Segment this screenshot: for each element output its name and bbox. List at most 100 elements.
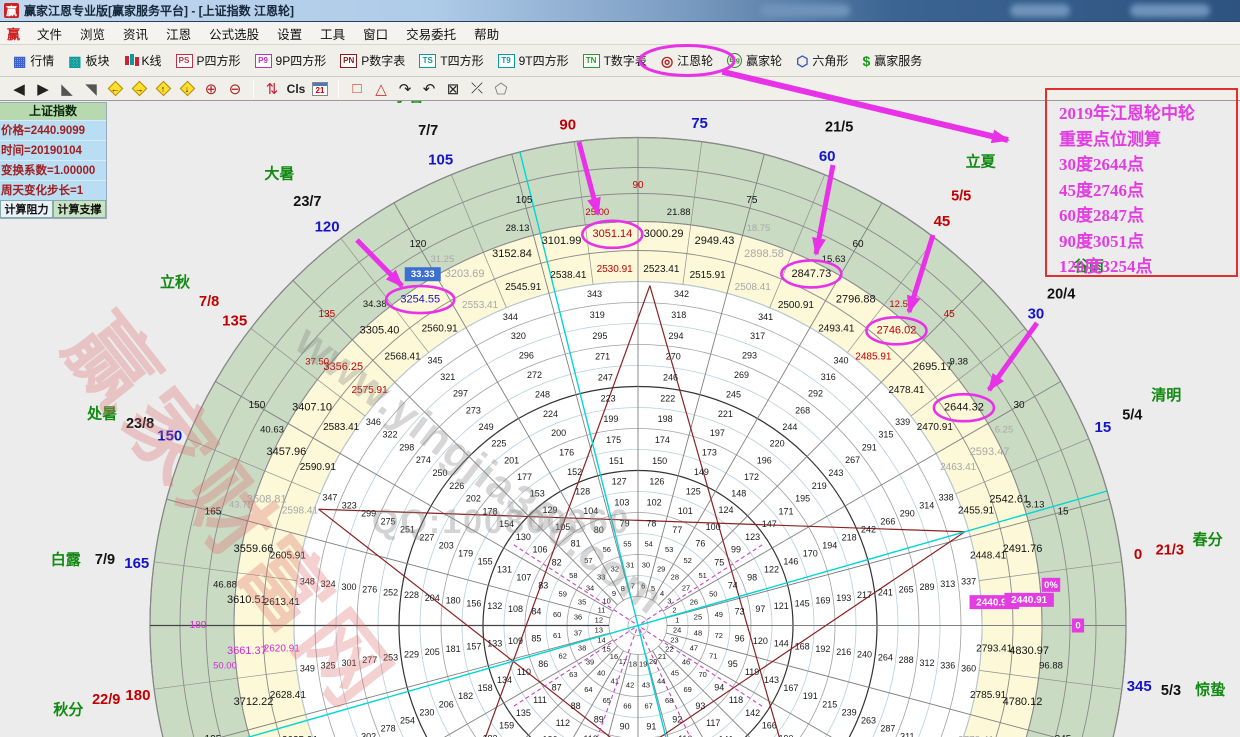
toolbar-item-9p-square[interactable]: P99P四方形 [248,49,334,72]
panel-button-support[interactable]: 计算支撑 [53,200,106,218]
price-main-label: 3203.69 [445,268,485,280]
menu-item-工具[interactable]: 工具 [311,21,354,46]
toolbar-item-kline[interactable]: K线 [117,49,169,72]
watermark: www.yingjia360.com [286,316,673,625]
wheel-spoke [666,499,1109,618]
toolbar-item-gann-wheel[interactable]: ◎江恩轮 [654,49,720,72]
wheel-ring [546,534,730,718]
price-fine-label: 2568.41 [385,352,422,363]
spiral-number: 89 [594,715,604,725]
wheel-spoke [154,670,297,689]
draw-tool-zoom-in[interactable]: ⊕ [200,79,222,99]
spiral-number: 62 [559,652,567,661]
price-fine-label: 2500.91 [778,300,815,311]
spiral-number: 110 [517,667,531,677]
draw-tool-triangle-tool[interactable]: △ [370,79,392,99]
draw-tool-pan-up[interactable]: ↑ [152,79,174,99]
draw-tool-nav-left[interactable]: ◀ [8,79,30,99]
wheel-spoke [663,382,1061,612]
wheel-spoke [979,670,1122,689]
key-value-ellipse [386,286,454,313]
spiral-number: 253 [383,652,398,662]
spiral-number: 289 [919,582,934,592]
toolbar-item-winner-service[interactable]: $赢家服务 [855,49,929,72]
draw-tool-box-x[interactable]: ⊠ [442,79,464,99]
degree-label: 180 [190,620,207,631]
spiral-number: 52 [683,556,691,565]
spiral-number: 15 [602,645,610,654]
price-main-label: 2847.73 [791,268,831,280]
rim-date-label: 21/3 [1156,543,1184,559]
menu-item-浏览[interactable]: 浏览 [71,21,114,46]
wheel-spoke [215,640,613,737]
toolbar-item-p-square[interactable]: PSP四方形 [169,49,248,72]
menu-item-帮助[interactable]: 帮助 [465,21,508,46]
draw-tool-rotate-cw[interactable]: ↷ [394,79,416,99]
toolbar-item-winner-wheel[interactable]: Big 赢家轮 [720,49,789,72]
toolbar-item-quotes[interactable]: ▦行情 [6,49,61,72]
spiral-number: 166 [762,721,777,731]
spiral-number: 221 [718,409,733,419]
percent-label: 46.88 [213,579,237,590]
rim-date-label: 23/7 [293,194,321,210]
draw-tool-rotate-back[interactable]: ◣ [56,79,78,99]
draw-tool-pan-left[interactable]: ← [104,79,126,99]
wheel-spoke [154,562,297,581]
toolbar-item-t-square[interactable]: TST四方形 [412,49,490,72]
spiral-number: 7 [631,581,635,590]
spiral-number: 277 [362,655,377,665]
spiral-number: 312 [919,658,934,668]
price-main-label: 2695.17 [913,361,953,373]
menu-item-窗口[interactable]: 窗口 [354,21,397,46]
menu-item-资讯[interactable]: 资讯 [114,21,157,46]
wheel-spoke [512,154,631,597]
menu-item-江恩[interactable]: 江恩 [157,21,200,46]
wheel-spoke [956,439,1089,494]
draw-tool-rect-tool[interactable]: □ [346,79,368,99]
rim-degree-label: 90 [559,116,576,133]
spiral-number: 266 [880,516,895,526]
price-fine-label: 2620.91 [264,643,301,654]
spiral-number: 63 [569,670,577,679]
draw-tool-nav-right[interactable]: ▶ [32,79,54,99]
spiral-number: 348 [300,576,315,586]
draw-tool-pentagon-select[interactable]: ⬠ [490,79,512,99]
draw-tool-cls[interactable]: Cls [285,79,307,99]
rim-degree-label: 60 [819,148,836,165]
draw-tool-axis-flip[interactable]: ⇅ [261,79,283,99]
degree-label: 120 [410,239,427,250]
toolbar-label-winner-wheel: 赢家轮 [746,52,782,69]
toolbar-item-t-table[interactable]: TNT数字表 [576,49,654,72]
draw-tool-zoom-out[interactable]: ⊖ [224,79,246,99]
spiral-number: 174 [655,435,670,445]
spiral-number: 51 [698,571,706,580]
menu-item-设置[interactable]: 设置 [268,21,311,46]
wheel-spoke [251,328,365,416]
price-main-label: 3051.14 [592,228,632,240]
toolbar-item-hexagon[interactable]: ⬡六角形 [789,49,855,72]
hexagon-icon: ⬡ [796,54,808,68]
draw-tool-pan-right[interactable]: → [128,79,150,99]
menu-item-交易委托[interactable]: 交易委托 [397,21,465,46]
draw-tool-pan-down[interactable]: ↓ [176,79,198,99]
menu-item-公式选股[interactable]: 公式选股 [200,21,268,46]
draw-tool-rotate-ccw[interactable]: ↶ [418,79,440,99]
price-main-label: 4780.12 [1003,696,1043,708]
draw-tool-calendar[interactable]: 21 [309,79,331,99]
spiral-number: 11 [598,605,606,614]
draw-tool-rotate-fwd[interactable]: ◥ [80,79,102,99]
draw-tool-cross-arrows[interactable]: ⤫ [466,79,488,99]
spiral-number: 21 [658,652,666,661]
9t-square-icon: T9 [498,54,515,68]
panel-button-resistance[interactable]: 计算阻力 [0,200,53,218]
wheel-spoke [666,633,1109,737]
percent-label: 28.13 [506,223,530,234]
spiral-number: 267 [845,455,860,465]
toolbar-item-p-table[interactable]: PNP数字表 [333,49,412,72]
spiral-number: 23 [670,636,678,645]
winner-wheel-icon: Big [727,53,742,68]
toolbar-item-9t-square[interactable]: T99T四方形 [491,49,576,72]
menu-item-文件[interactable]: 文件 [28,21,71,46]
toolbar-item-sectors[interactable]: ▩板块 [61,49,116,72]
annotation-line: 45度2746点 [1059,178,1236,204]
